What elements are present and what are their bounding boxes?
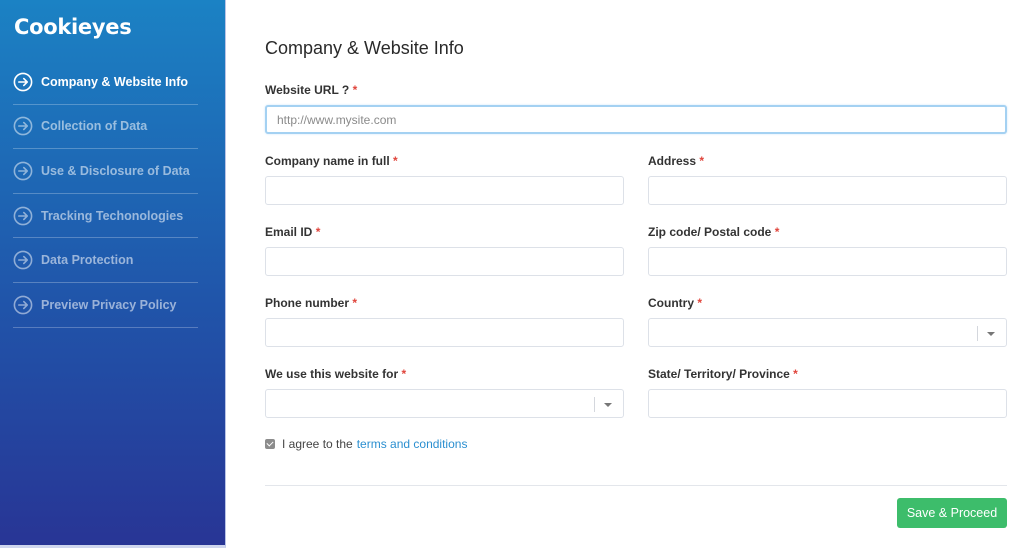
- country-label-text: Country: [648, 296, 694, 310]
- agree-text: I agree to the: [282, 437, 353, 451]
- sidebar-item-tracking-techonologies[interactable]: Tracking Techonologies: [13, 194, 198, 239]
- phone-label-text: Phone number: [265, 296, 350, 310]
- required-mark: *: [793, 367, 798, 381]
- page-title: Company & Website Info: [265, 38, 464, 58]
- sidebar-item-company-website-info[interactable]: Company & Website Info: [13, 60, 198, 105]
- website-url-label-text: Website URL ?: [265, 83, 350, 97]
- arrow-circle-right-icon: [13, 295, 33, 315]
- required-mark: *: [401, 367, 407, 381]
- zip-label: Zip code/ Postal code *: [648, 225, 779, 239]
- address-label: Address *: [648, 154, 704, 168]
- required-mark: *: [352, 296, 358, 310]
- chevron-down-icon[interactable]: [987, 332, 995, 336]
- step-nav: Company & Website Info Collection of Data…: [13, 60, 198, 328]
- required-mark: *: [393, 154, 398, 168]
- arrow-circle-right-icon: [13, 161, 33, 181]
- agree-checkbox[interactable]: [265, 439, 275, 449]
- sidebar-item-data-protection[interactable]: Data Protection: [13, 238, 198, 283]
- website-use-label: We use this website for *: [265, 367, 406, 381]
- sidebar-item-label: Tracking Techonologies: [41, 208, 184, 223]
- company-name-label-text: Company name in full: [265, 154, 390, 168]
- sidebar-item-preview-privacy-policy[interactable]: Preview Privacy Policy: [13, 283, 198, 328]
- sidebar: Cookieyes Company & Website Info Collecti…: [0, 0, 226, 548]
- required-mark: *: [315, 225, 321, 239]
- required-mark: *: [774, 225, 780, 239]
- required-mark: *: [352, 83, 358, 97]
- sidebar-item-label: Data Protection: [41, 253, 134, 268]
- sidebar-item-label: Collection of Data: [41, 119, 148, 134]
- terms-agreement: I agree to the terms and conditions: [265, 437, 467, 451]
- zip-input[interactable]: [648, 247, 1007, 276]
- select-separator: [977, 326, 978, 341]
- sidebar-item-use-disclosure-of-data[interactable]: Use & Disclosure of Data: [13, 149, 198, 194]
- chevron-down-icon[interactable]: [604, 403, 612, 407]
- terms-link[interactable]: terms and conditions: [357, 437, 468, 451]
- footer-divider: [265, 485, 1007, 486]
- arrow-circle-right-icon: [13, 250, 33, 270]
- select-separator: [594, 397, 595, 412]
- required-mark: *: [697, 296, 703, 310]
- company-name-label: Company name in full *: [265, 154, 398, 168]
- sidebar-item-label: Preview Privacy Policy: [41, 297, 177, 312]
- website-url-label: Website URL ? *: [265, 83, 357, 97]
- sidebar-item-label: Use & Disclosure of Data: [41, 163, 190, 178]
- cookieyes-logo: Cookieyes: [14, 15, 132, 39]
- save-proceed-button[interactable]: Save & Proceed: [897, 498, 1007, 528]
- address-label-text: Address: [648, 154, 697, 168]
- email-input[interactable]: [265, 247, 624, 276]
- sidebar-item-label: Company & Website Info: [41, 74, 189, 89]
- website-url-input[interactable]: [265, 105, 1007, 134]
- zip-label-text: Zip code/ Postal code: [648, 225, 772, 239]
- arrow-circle-right-icon: [13, 72, 33, 92]
- arrow-circle-right-icon: [13, 206, 33, 226]
- state-label: State/ Territory/ Province *: [648, 367, 798, 381]
- country-select[interactable]: [648, 318, 1007, 347]
- phone-label: Phone number *: [265, 296, 357, 310]
- arrow-circle-right-icon: [13, 116, 33, 136]
- email-label-text: Email ID: [265, 225, 313, 239]
- form-panel: Company & Website Info Website URL ? * C…: [265, 0, 1007, 551]
- required-mark: *: [699, 154, 705, 168]
- website-use-label-text: We use this website for: [265, 367, 399, 381]
- company-name-input[interactable]: [265, 176, 624, 205]
- state-label-text: State/ Territory/ Province: [648, 367, 790, 381]
- address-input[interactable]: [648, 176, 1007, 205]
- website-use-select[interactable]: [265, 389, 624, 418]
- state-input[interactable]: [648, 389, 1007, 418]
- country-label: Country *: [648, 296, 702, 310]
- sidebar-item-collection-of-data[interactable]: Collection of Data: [13, 105, 198, 150]
- email-label: Email ID *: [265, 225, 320, 239]
- phone-input[interactable]: [265, 318, 624, 347]
